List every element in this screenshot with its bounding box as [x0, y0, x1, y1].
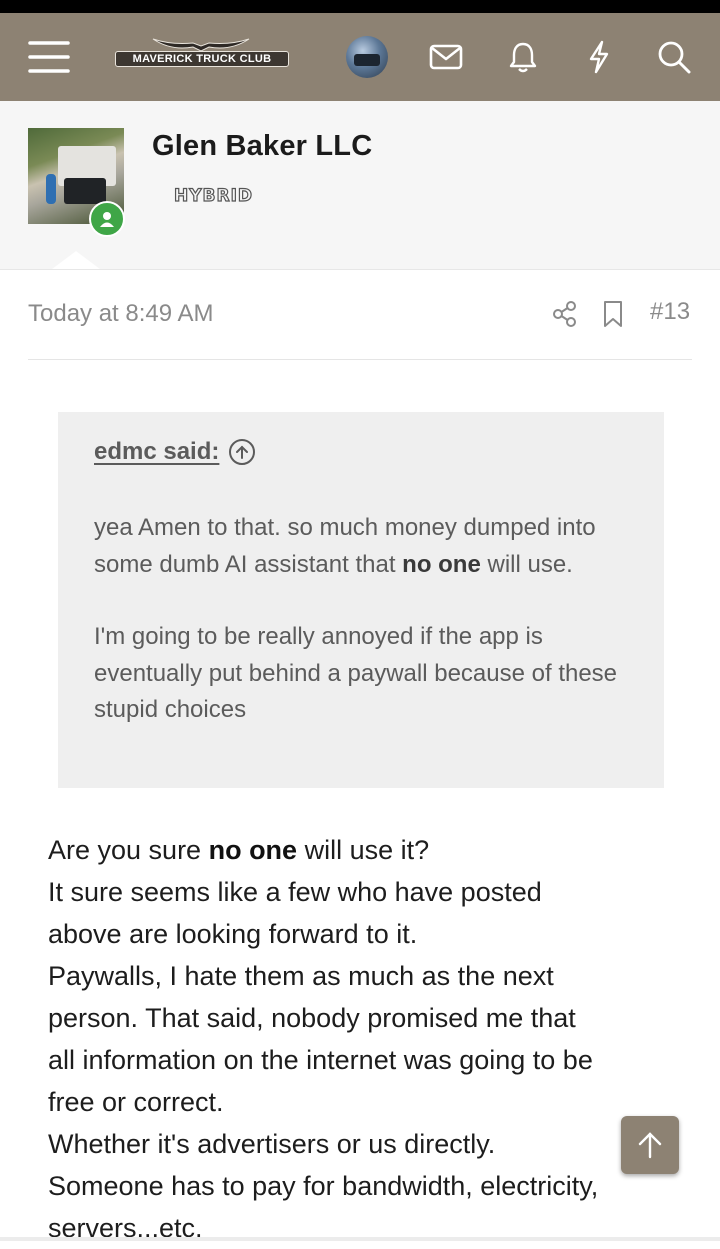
search-icon[interactable] [652, 13, 696, 101]
message-line: Someone has to pay for bandwidth, electr… [48, 1171, 599, 1201]
message-line: Are you sure no one will use it? [48, 835, 430, 865]
online-status-icon [89, 201, 125, 237]
mail-icon[interactable] [425, 13, 467, 101]
share-icon[interactable] [552, 300, 578, 333]
post-timestamp[interactable]: Today at 8:49 AM [28, 300, 213, 328]
logo-text: MAVERICK TRUCK CLUB [115, 51, 289, 67]
arrow-up-circle-icon[interactable] [229, 439, 256, 465]
quote-author[interactable]: edmc said: [94, 438, 219, 466]
message-line: person. That said, nobody promised me th… [48, 1003, 576, 1033]
post-meta: Today at 8:49 AM #13 [28, 292, 692, 336]
user-title: HYBRID [173, 185, 254, 206]
top-navigation-bar: MAVERICK TRUCK CLUB [0, 13, 720, 101]
quote-paragraph: yea Amen to that. so much money dumped i… [94, 514, 596, 578]
message-line: It sure seems like a few who have posted [48, 877, 542, 907]
quote-attribution[interactable]: edmc said: [94, 438, 256, 466]
quote-paragraph: I'm going to be really annoyed if the ap… [94, 623, 618, 723]
profile-pointer [52, 251, 100, 269]
quote-text: yea Amen to that. so much money dumped i… [94, 510, 624, 729]
arrow-up-icon [638, 1132, 662, 1159]
post-message: Are you sure no one will use it? It sure… [48, 829, 688, 1249]
bookmark-icon[interactable] [602, 300, 624, 333]
post-number[interactable]: #13 [650, 298, 690, 326]
message-line: free or correct. [48, 1087, 224, 1117]
message-line: Paywalls, I hate them as much as the nex… [48, 961, 554, 991]
avatar [346, 36, 388, 78]
message-line: all information on the internet was goin… [48, 1045, 593, 1075]
status-bar [0, 0, 720, 13]
bottom-edge [0, 1237, 720, 1241]
username[interactable]: Glen Baker LLC [152, 130, 372, 163]
site-logo[interactable]: MAVERICK TRUCK CLUB [112, 13, 290, 101]
scroll-to-top-button[interactable] [621, 1116, 679, 1174]
message-line: servers...etc. [48, 1213, 203, 1243]
hamburger-menu-icon[interactable] [22, 13, 76, 101]
bolt-icon[interactable] [578, 13, 620, 101]
bell-icon[interactable] [502, 13, 544, 101]
nav-avatar[interactable] [344, 13, 390, 101]
message-line: above are looking forward to it. [48, 919, 418, 949]
message-line: Whether it's advertisers or us directly. [48, 1129, 496, 1159]
divider [28, 359, 692, 360]
quote-block: edmc said: yea Amen to that. so much mon… [58, 412, 664, 788]
